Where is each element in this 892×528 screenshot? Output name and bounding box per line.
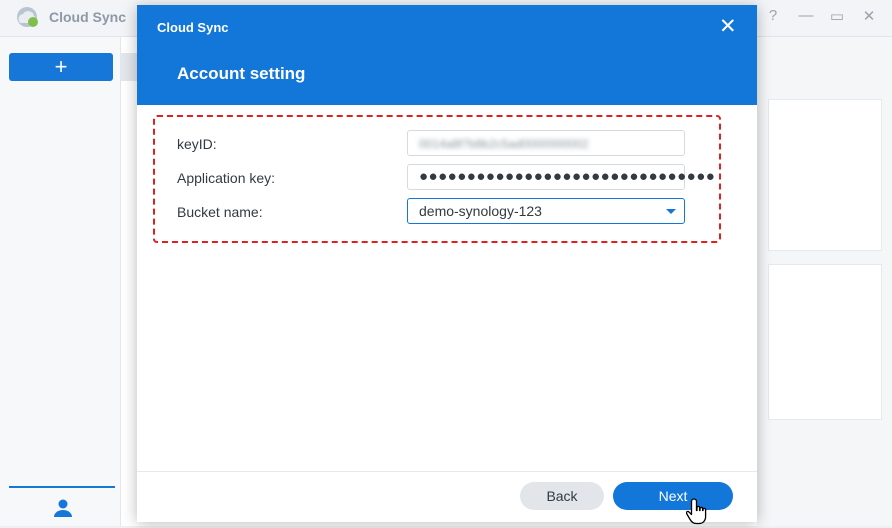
dropdown-caret-icon — [666, 209, 676, 214]
maximize-icon[interactable]: ▭ — [827, 7, 847, 25]
user-icon — [54, 499, 72, 517]
dialog-window-title: Cloud Sync — [157, 20, 229, 35]
application-key-value: ●●●●●●●●●●●●●●●●●●●●●●●●●●●●●●● — [419, 168, 716, 185]
add-button[interactable]: + — [9, 53, 113, 81]
minimize-icon[interactable]: — — [796, 7, 816, 24]
application-key-label: Application key: — [177, 170, 276, 186]
account-setting-dialog: Cloud Sync ✕ Account setting keyID: 0014… — [137, 5, 757, 522]
hand-cursor-icon — [686, 498, 707, 525]
sidebar-tab-user[interactable] — [9, 486, 115, 528]
dialog-header: Cloud Sync ✕ Account setting — [137, 5, 757, 105]
next-button[interactable]: Next — [613, 482, 733, 510]
application-key-input[interactable]: ●●●●●●●●●●●●●●●●●●●●●●●●●●●●●●● — [407, 164, 715, 190]
key-id-value: 0014a8f7b8b2c5ad0000000002 — [419, 137, 589, 151]
bucket-name-label: Bucket name: — [177, 204, 263, 220]
bucket-name-value: demo-synology-123 — [419, 203, 542, 219]
content-panel — [768, 99, 882, 251]
close-icon[interactable]: ✕ — [719, 16, 737, 37]
key-id-input[interactable]: 0014a8f7b8b2c5ad0000000002 — [407, 130, 685, 156]
dialog-body: keyID: 0014a8f7b8b2c5ad0000000002 Applic… — [137, 105, 757, 471]
dialog-footer: Back Next — [137, 471, 757, 522]
back-button[interactable]: Back — [520, 482, 604, 510]
cloud-sync-logo-icon — [17, 7, 38, 27]
app-sidebar — [0, 37, 121, 526]
content-panel — [768, 264, 882, 420]
app-title: Cloud Sync — [49, 9, 127, 25]
key-id-label: keyID: — [177, 136, 217, 152]
help-icon[interactable]: ? — [763, 7, 783, 24]
dialog-heading: Account setting — [177, 64, 306, 83]
app-close-icon[interactable]: ✕ — [859, 7, 879, 25]
bucket-name-select[interactable]: demo-synology-123 — [407, 198, 685, 224]
